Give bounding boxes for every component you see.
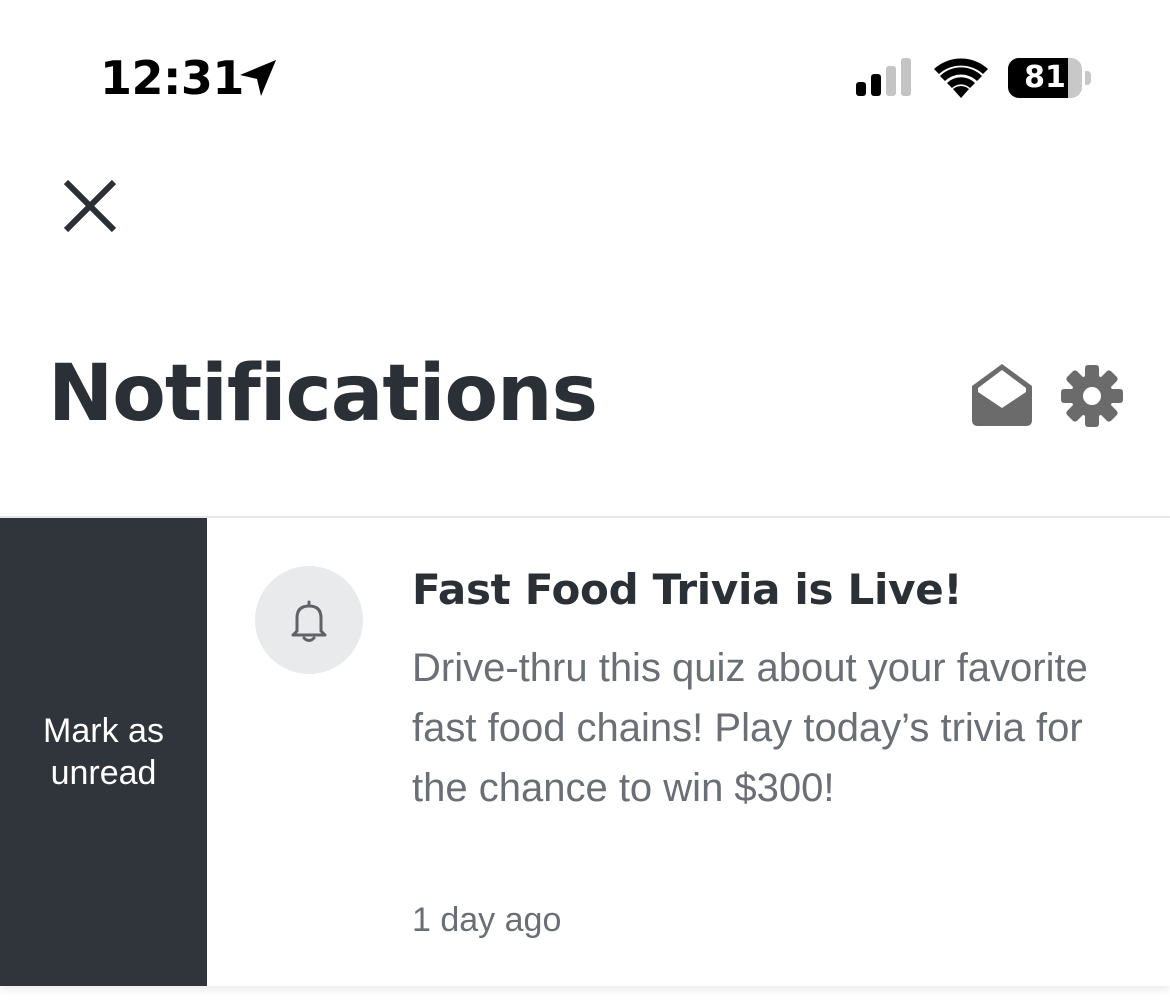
mark-as-unread-label: Mark as unread — [43, 712, 164, 792]
location-arrow-icon — [240, 60, 276, 96]
notification-title: Fast Food Trivia is Live! — [412, 565, 963, 614]
notification-item[interactable]: Mark as unread Fast Food Trivia is Live!… — [0, 516, 1170, 986]
page-title: Notifications — [48, 349, 598, 439]
mark-as-unread-button[interactable]: Mark as unread — [0, 518, 207, 986]
battery-percent: 81 — [1024, 60, 1066, 95]
open-envelope-icon — [972, 364, 1032, 426]
gear-icon — [1061, 365, 1123, 427]
cellular-signal-icon — [856, 58, 911, 96]
status-time: 12:31 — [100, 51, 244, 105]
close-icon — [63, 179, 117, 233]
notification-avatar — [255, 566, 363, 674]
bell-icon — [291, 600, 327, 642]
close-button[interactable] — [58, 174, 122, 238]
settings-button[interactable] — [1060, 364, 1124, 428]
status-bar: 12:31 81 — [0, 0, 1170, 150]
notification-body: Drive-thru this quiz about your favorite… — [412, 646, 1088, 810]
wifi-icon — [934, 58, 988, 98]
battery-icon: 81 — [1008, 58, 1092, 98]
notification-timestamp: 1 day ago — [412, 901, 562, 939]
mark-all-read-button[interactable] — [968, 362, 1036, 428]
